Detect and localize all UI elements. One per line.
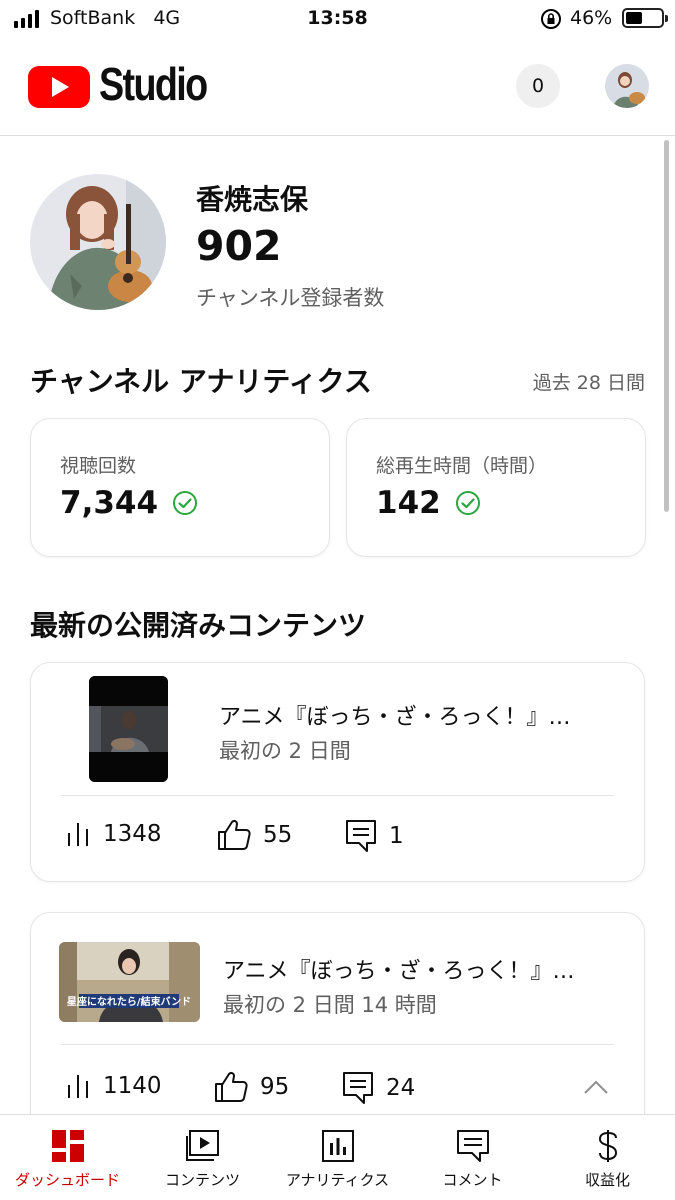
video-title[interactable]: アニメ『ぼっち・ざ・ろっく！』… bbox=[223, 953, 575, 985]
battery-fill bbox=[626, 12, 642, 24]
views-bar-icon bbox=[68, 1075, 88, 1098]
card-divider bbox=[61, 1044, 614, 1045]
studio-logo-text: Studio bbox=[99, 58, 208, 110]
check-circle-icon bbox=[173, 491, 198, 515]
likes-metric: 95 bbox=[214, 1071, 289, 1103]
subscriber-label: チャンネル登録者数 bbox=[196, 286, 385, 310]
comments-metric: 24 bbox=[342, 1071, 415, 1105]
comments-count: 1 bbox=[389, 823, 404, 849]
views-count: 1348 bbox=[103, 821, 162, 847]
watch-time-value-row: 142 bbox=[376, 485, 481, 521]
video-card[interactable]: アニメ『ぼっち・ざ・ろっく！』… 最初の 2 日間 1348 55 1 bbox=[30, 662, 645, 882]
bottom-navigation: ダッシュボード コンテンツ アナリティクス コメント 収益化 bbox=[0, 1114, 675, 1200]
nav-comments[interactable]: コメント bbox=[405, 1115, 540, 1200]
views-metric: 1348 bbox=[67, 821, 162, 847]
analytics-title: チャンネル アナリティクス bbox=[30, 365, 372, 398]
channel-avatar[interactable] bbox=[30, 174, 166, 310]
battery-icon bbox=[622, 8, 668, 28]
video-title[interactable]: アニメ『ぼっち・ざ・ろっく！』… bbox=[219, 699, 571, 731]
comment-icon bbox=[343, 1072, 373, 1104]
watch-time-card[interactable]: 総再生時間（時間） 142 bbox=[346, 418, 646, 557]
views-bar-icon bbox=[68, 823, 88, 846]
card-divider bbox=[61, 795, 614, 796]
video-thumbnail[interactable]: 星座になれたら/結束バンド bbox=[59, 942, 200, 1022]
nav-label: ダッシュボード bbox=[14, 1171, 120, 1189]
analytics-period: 過去 28 日間 bbox=[532, 372, 645, 394]
likes-metric: 55 bbox=[217, 819, 292, 851]
channel-name: 香焼志保 bbox=[196, 183, 309, 216]
chevron-up-icon[interactable] bbox=[583, 1079, 609, 1095]
likes-count: 55 bbox=[263, 822, 293, 848]
nav-label: アナリティクス bbox=[285, 1171, 390, 1189]
thumbs-up-icon bbox=[218, 819, 251, 850]
comment-icon bbox=[346, 820, 376, 852]
nav-label: コンテンツ bbox=[164, 1171, 240, 1189]
subscriber-count: 902 bbox=[196, 222, 282, 270]
nav-label: 収益化 bbox=[584, 1171, 630, 1189]
likes-count: 95 bbox=[260, 1074, 290, 1100]
check-circle-icon bbox=[455, 491, 480, 515]
video-thumbnail[interactable] bbox=[89, 676, 168, 782]
notification-button[interactable]: 0 bbox=[516, 64, 560, 108]
views-metric: 1140 bbox=[67, 1073, 162, 1099]
scrollbar[interactable] bbox=[664, 140, 669, 512]
views-value-row: 7,344 bbox=[60, 485, 198, 521]
youtube-logo-icon[interactable] bbox=[28, 66, 90, 108]
nav-label: コメント bbox=[442, 1171, 503, 1189]
watch-time-value: 142 bbox=[376, 485, 441, 521]
orientation-lock-icon bbox=[541, 9, 561, 29]
comment-icon bbox=[456, 1130, 489, 1162]
dollar-icon bbox=[598, 1130, 617, 1162]
dashboard-icon bbox=[51, 1130, 84, 1162]
battery-percent: 46% bbox=[570, 7, 613, 29]
video-period: 最初の 2 日間 14 時間 bbox=[223, 993, 437, 1017]
status-bar: SoftBank 4G 13:58 46% bbox=[0, 0, 675, 40]
account-avatar[interactable] bbox=[605, 64, 649, 108]
nav-content[interactable]: コンテンツ bbox=[135, 1115, 270, 1200]
watch-time-label: 総再生時間（時間） bbox=[376, 455, 548, 477]
app-header: Studio 0 bbox=[0, 40, 675, 136]
content-icon bbox=[185, 1130, 219, 1161]
views-card[interactable]: 視聴回数 7,344 bbox=[30, 418, 330, 557]
nav-analytics[interactable]: アナリティクス bbox=[270, 1115, 405, 1200]
comments-count: 24 bbox=[386, 1075, 416, 1101]
comments-metric: 1 bbox=[345, 819, 404, 853]
views-label: 視聴回数 bbox=[60, 455, 137, 477]
recent-content-title: 最新の公開済みコンテンツ bbox=[30, 609, 367, 642]
thumbnail-caption: 星座になれたら/結束バンド bbox=[67, 995, 191, 1008]
thumbs-up-icon bbox=[215, 1071, 248, 1102]
video-period: 最初の 2 日間 bbox=[219, 739, 351, 763]
views-value: 7,344 bbox=[60, 485, 159, 521]
nav-dashboard[interactable]: ダッシュボード bbox=[0, 1115, 135, 1200]
views-count: 1140 bbox=[103, 1073, 162, 1099]
nav-monetization[interactable]: 収益化 bbox=[540, 1115, 675, 1200]
analytics-icon bbox=[321, 1130, 354, 1162]
